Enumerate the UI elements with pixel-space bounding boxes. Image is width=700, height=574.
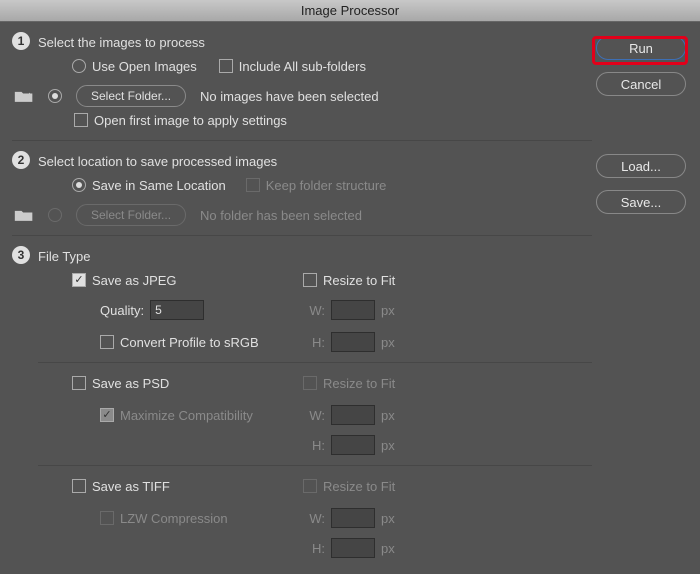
input-quality[interactable] — [150, 300, 204, 320]
step-badge-3: 3 — [12, 246, 30, 264]
label-quality: Quality: — [100, 303, 144, 318]
button-column: Run Cancel Load... Save... — [596, 36, 686, 226]
label-maximize-compat: Maximize Compatibility — [120, 408, 253, 423]
label-resize-tiff: Resize to Fit — [323, 479, 395, 494]
cancel-button[interactable]: Cancel — [596, 72, 686, 96]
step2-heading: Select location to save processed images — [38, 149, 592, 173]
checkbox-resize-jpeg[interactable] — [303, 273, 317, 287]
section-select-images: 1 Select the images to process Use Open … — [12, 30, 592, 141]
label-save-jpeg: Save as JPEG — [92, 273, 177, 288]
step3-heading: File Type — [38, 244, 592, 268]
checkbox-keep-folder-structure — [246, 178, 260, 192]
label-w-tiff: W: — [303, 511, 325, 526]
input-h-tiff — [331, 538, 375, 558]
checkbox-convert-srgb[interactable] — [100, 335, 114, 349]
label-px-h-psd: px — [381, 438, 395, 453]
checkbox-maximize-compat — [100, 408, 114, 422]
label-resize-psd: Resize to Fit — [323, 376, 395, 391]
checkbox-save-psd[interactable] — [72, 376, 86, 390]
label-px-w-psd: px — [381, 408, 395, 423]
checkbox-resize-psd — [303, 376, 317, 390]
section-save-location: 2 Select location to save processed imag… — [12, 149, 592, 236]
label-px-h-jpeg: px — [381, 335, 395, 350]
label-w-psd: W: — [303, 408, 325, 423]
divider-2 — [38, 465, 592, 466]
checkbox-open-first-image[interactable] — [74, 113, 88, 127]
section-file-type: 3 File Type Save as JPEG Quality: — [12, 244, 592, 560]
save-button[interactable]: Save... — [596, 190, 686, 214]
folder-arrow-icon — [14, 88, 34, 104]
label-w-jpeg: W: — [303, 303, 325, 318]
label-h-psd: H: — [303, 438, 325, 453]
window-titlebar: Image Processor — [0, 0, 700, 22]
input-w-jpeg — [331, 300, 375, 320]
label-convert-srgb: Convert Profile to sRGB — [120, 335, 259, 350]
label-h-tiff: H: — [303, 541, 325, 556]
checkbox-resize-tiff — [303, 479, 317, 493]
checkbox-save-jpeg[interactable] — [72, 273, 86, 287]
load-button[interactable]: Load... — [596, 154, 686, 178]
label-save-psd: Save as PSD — [92, 376, 169, 391]
label-px-w-tiff: px — [381, 511, 395, 526]
radio-select-folder-source[interactable] — [48, 89, 62, 103]
label-px-w-jpeg: px — [381, 303, 395, 318]
label-no-images-selected: No images have been selected — [200, 89, 379, 104]
input-h-jpeg — [331, 332, 375, 352]
step-badge-2: 2 — [12, 151, 30, 169]
input-w-tiff — [331, 508, 375, 528]
select-dest-folder-button[interactable]: Select Folder... — [76, 204, 186, 226]
folder-save-icon — [14, 207, 34, 223]
step1-heading: Select the images to process — [38, 30, 592, 54]
checkbox-lzw — [100, 511, 114, 525]
input-h-psd — [331, 435, 375, 455]
checkbox-include-subfolders[interactable] — [219, 59, 233, 73]
step-badge-1: 1 — [12, 32, 30, 50]
label-keep-folder-structure: Keep folder structure — [266, 178, 387, 193]
label-save-same-location: Save in Same Location — [92, 178, 226, 193]
dialog-body: Run Cancel Load... Save... 1 Select the … — [0, 22, 700, 574]
divider-1 — [38, 362, 592, 363]
label-no-folder-selected: No folder has been selected — [200, 208, 362, 223]
radio-save-same-location[interactable] — [72, 178, 86, 192]
label-lzw: LZW Compression — [120, 511, 228, 526]
radio-use-open-images[interactable] — [72, 59, 86, 73]
label-resize-jpeg: Resize to Fit — [323, 273, 395, 288]
radio-select-folder-dest[interactable] — [48, 208, 62, 222]
label-include-subfolders: Include All sub-folders — [239, 59, 366, 74]
input-w-psd — [331, 405, 375, 425]
label-use-open-images: Use Open Images — [92, 59, 197, 74]
label-save-tiff: Save as TIFF — [92, 479, 170, 494]
select-source-folder-button[interactable]: Select Folder... — [76, 85, 186, 107]
label-px-h-tiff: px — [381, 541, 395, 556]
label-h-jpeg: H: — [303, 335, 325, 350]
label-open-first-image: Open first image to apply settings — [94, 113, 287, 128]
run-button[interactable]: Run — [596, 36, 686, 60]
checkbox-save-tiff[interactable] — [72, 479, 86, 493]
